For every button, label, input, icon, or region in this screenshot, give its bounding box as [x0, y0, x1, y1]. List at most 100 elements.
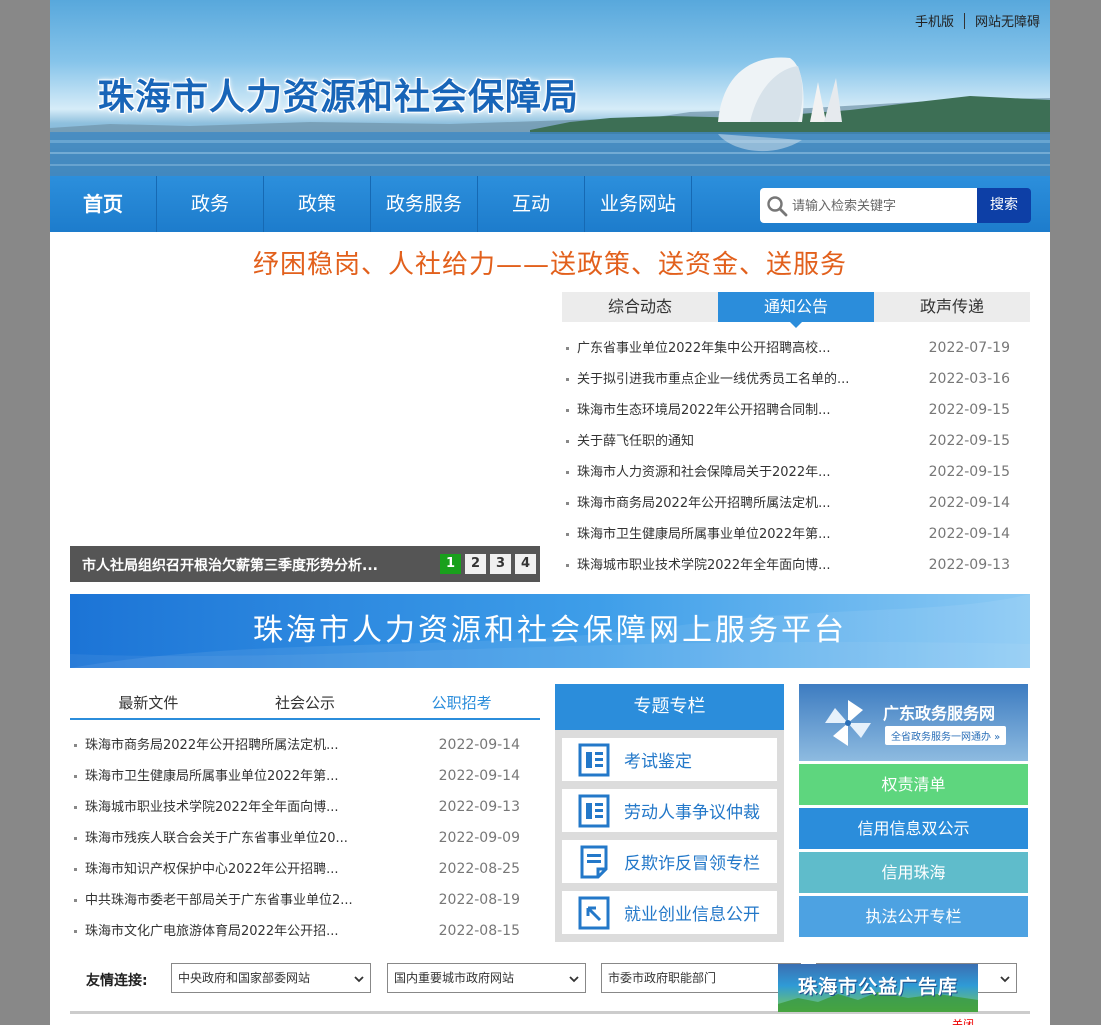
- central-gov-sites-select[interactable]: 中央政府和国家部委网站: [171, 963, 371, 993]
- files-tabs: 最新文件 社会公示 公职招考: [70, 688, 540, 720]
- top-links: 手机版 网站无障碍: [915, 11, 1040, 30]
- file-date: 2022-09-13: [438, 799, 520, 815]
- file-title[interactable]: 珠海城市职业技术学院2022年全年面向博...: [70, 792, 338, 823]
- file-title[interactable]: 珠海市商务局2022年公开招聘所属法定机...: [70, 730, 338, 761]
- main-nav: 首页 政务 政策 政务服务 互动 业务网站 搜索: [50, 176, 1050, 232]
- special-item-employment[interactable]: 就业创业信息公开: [562, 891, 777, 934]
- file-title[interactable]: 珠海市残疾人联合会关于广东省事业单位20...: [70, 823, 348, 854]
- list-item[interactable]: 中共珠海市委老干部局关于广东省事业单位2... 2022-08-19: [70, 885, 540, 916]
- arbitration-doc-icon: [578, 794, 610, 827]
- news-title[interactable]: 关于拟引进我市重点企业一线优秀员工名单的...: [562, 364, 849, 395]
- news-title[interactable]: 珠海市卫生健康局所属事业单位2022年第...: [562, 519, 830, 550]
- file-date: 2022-08-19: [438, 892, 520, 908]
- tab-public-notices[interactable]: 社会公示: [227, 688, 384, 718]
- site-title: 珠海市人力资源和社会保障局: [98, 77, 580, 118]
- files-list: 珠海市商务局2022年公开招聘所属法定机... 2022-09-14 珠海市卫生健…: [70, 730, 540, 947]
- slider-page-3[interactable]: 3: [490, 554, 511, 574]
- news-title[interactable]: 珠海市生态环境局2022年公开招聘合同制...: [562, 395, 830, 426]
- nav-item-business-sites[interactable]: 业务网站: [585, 176, 692, 232]
- slogan-banner[interactable]: 纾困稳岗、人社给力——送政策、送资金、送服务: [50, 244, 1050, 281]
- chevron-down-icon: [354, 976, 364, 983]
- special-item-arbitration[interactable]: 劳动人事争议仲裁: [562, 789, 777, 832]
- list-item[interactable]: 珠海城市职业技术学院2022年全年面向博... 2022-09-13: [70, 792, 540, 823]
- header-banner: 手机版 网站无障碍 珠海市人力资源和社会保障局: [50, 0, 1050, 176]
- special-item-label: 考试鉴定: [624, 752, 692, 772]
- guangdong-gov-service-link[interactable]: 广东政务服务网 全省政务服务一网通办 »: [799, 684, 1028, 761]
- news-title[interactable]: 关于薛飞任职的通知: [562, 426, 694, 457]
- credit-disclosure-link[interactable]: 信用信息双公示: [799, 808, 1028, 849]
- list-item[interactable]: 关于薛飞任职的通知 2022-09-15: [562, 426, 1030, 457]
- municipal-depts-select[interactable]: 市委市政府职能部门: [601, 963, 801, 993]
- nav-item-policy[interactable]: 政策: [264, 176, 371, 232]
- credit-zhuhai-link[interactable]: 信用珠海: [799, 852, 1028, 893]
- file-title[interactable]: 中共珠海市委老干部局关于广东省事业单位2...: [70, 885, 353, 916]
- ad-close-button[interactable]: 关闭: [952, 1016, 974, 1025]
- special-item-anti-fraud[interactable]: 反欺诈反冒领专栏: [562, 840, 777, 883]
- list-item[interactable]: 珠海市卫生健康局所属事业单位2022年第... 2022-09-14: [70, 761, 540, 792]
- exam-doc-icon: [578, 743, 610, 776]
- news-list: 广东省事业单位2022年集中公开招聘高校... 2022-07-19 关于拟引进我…: [562, 333, 1030, 581]
- select-value: 中央政府和国家部委网站: [178, 971, 311, 985]
- mobile-version-link[interactable]: 手机版: [915, 11, 954, 30]
- news-date: 2022-09-13: [928, 557, 1010, 573]
- anti-fraud-icon: [580, 845, 608, 878]
- power-list-link[interactable]: 权责清单: [799, 764, 1028, 805]
- list-item[interactable]: 关于拟引进我市重点企业一线优秀员工名单的... 2022-03-16: [562, 364, 1030, 395]
- file-title[interactable]: 珠海市文化广电旅游体育局2022年公开招...: [70, 916, 338, 947]
- search-button[interactable]: 搜索: [977, 188, 1031, 223]
- search-input[interactable]: [792, 190, 972, 221]
- accessibility-link[interactable]: 网站无障碍: [975, 11, 1040, 30]
- list-item[interactable]: 珠海市残疾人联合会关于广东省事业单位20... 2022-09-09: [70, 823, 540, 854]
- news-date: 2022-09-14: [928, 526, 1010, 542]
- arrow-box-icon: [578, 896, 610, 929]
- slider-pagination: 1 2 3 4: [436, 554, 536, 574]
- file-date: 2022-09-14: [438, 737, 520, 753]
- news-date: 2022-07-19: [928, 340, 1010, 356]
- file-title[interactable]: 珠海市知识产权保护中心2022年公开招聘...: [70, 854, 338, 885]
- city-gov-sites-select[interactable]: 国内重要城市政府网站: [387, 963, 586, 993]
- special-item-label: 劳动人事争议仲裁: [624, 803, 760, 823]
- special-item-exam[interactable]: 考试鉴定: [562, 738, 777, 781]
- news-title[interactable]: 广东省事业单位2022年集中公开招聘高校...: [562, 333, 830, 364]
- nav-item-interaction[interactable]: 互动: [478, 176, 585, 232]
- select-value: 市委市政府职能部门: [608, 971, 717, 985]
- tab-general-news[interactable]: 综合动态: [562, 292, 718, 322]
- online-service-platform-banner[interactable]: 珠海市人力资源和社会保障网上服务平台: [70, 594, 1030, 668]
- news-date: 2022-03-16: [928, 371, 1010, 387]
- tab-civil-service-recruitment[interactable]: 公职招考: [383, 688, 540, 718]
- nav-item-home[interactable]: 首页: [50, 176, 157, 232]
- list-item[interactable]: 珠海市卫生健康局所属事业单位2022年第... 2022-09-14: [562, 519, 1030, 550]
- tab-gov-voice[interactable]: 政声传递: [874, 292, 1030, 322]
- list-item[interactable]: 珠海市生态环境局2022年公开招聘合同制... 2022-09-15: [562, 395, 1030, 426]
- file-date: 2022-08-15: [438, 923, 520, 939]
- slider-page-4[interactable]: 4: [515, 554, 536, 574]
- list-item[interactable]: 珠海城市职业技术学院2022年全年面向博... 2022-09-13: [562, 550, 1030, 581]
- search-icon: [767, 195, 788, 216]
- nav-item-gov-services[interactable]: 政务服务: [371, 176, 478, 232]
- law-enforcement-link[interactable]: 执法公开专栏: [799, 896, 1028, 937]
- ad-title: 珠海市公益广告库: [797, 976, 958, 998]
- list-item[interactable]: 广东省事业单位2022年集中公开招聘高校... 2022-07-19: [562, 333, 1030, 364]
- list-item[interactable]: 珠海市商务局2022年公开招聘所属法定机... 2022-09-14: [562, 488, 1030, 519]
- special-item-label: 就业创业信息公开: [624, 905, 760, 925]
- tab-latest-files[interactable]: 最新文件: [70, 688, 227, 718]
- slider-page-2[interactable]: 2: [465, 554, 486, 574]
- nav-item-government-affairs[interactable]: 政务: [157, 176, 264, 232]
- tab-notices[interactable]: 通知公告: [718, 292, 874, 328]
- news-title[interactable]: 珠海市商务局2022年公开招聘所属法定机...: [562, 488, 830, 519]
- list-item[interactable]: 珠海市知识产权保护中心2022年公开招聘... 2022-08-25: [70, 854, 540, 885]
- news-date: 2022-09-15: [928, 464, 1010, 480]
- news-title[interactable]: 珠海城市职业技术学院2022年全年面向博...: [562, 550, 830, 581]
- file-title[interactable]: 珠海市卫生健康局所属事业单位2022年第...: [70, 761, 338, 792]
- chevron-down-icon: [569, 976, 579, 983]
- list-item[interactable]: 珠海市人力资源和社会保障局关于2022年... 2022-09-15: [562, 457, 1030, 488]
- file-date: 2022-09-09: [438, 830, 520, 846]
- chevron-down-icon: [1000, 976, 1010, 983]
- news-title[interactable]: 珠海市人力资源和社会保障局关于2022年...: [562, 457, 830, 488]
- slider-page-1[interactable]: 1: [440, 554, 461, 574]
- gd-service-title: 广东政务服务网: [883, 704, 996, 723]
- slider-caption-title[interactable]: 市人社局组织召开根治欠薪第三季度形势分析...: [82, 546, 378, 586]
- list-item[interactable]: 珠海市商务局2022年公开招聘所属法定机... 2022-09-14: [70, 730, 540, 761]
- list-item[interactable]: 珠海市文化广电旅游体育局2022年公开招... 2022-08-15: [70, 916, 540, 947]
- public-ad-library-float[interactable]: 珠海市公益广告库: [778, 964, 978, 1012]
